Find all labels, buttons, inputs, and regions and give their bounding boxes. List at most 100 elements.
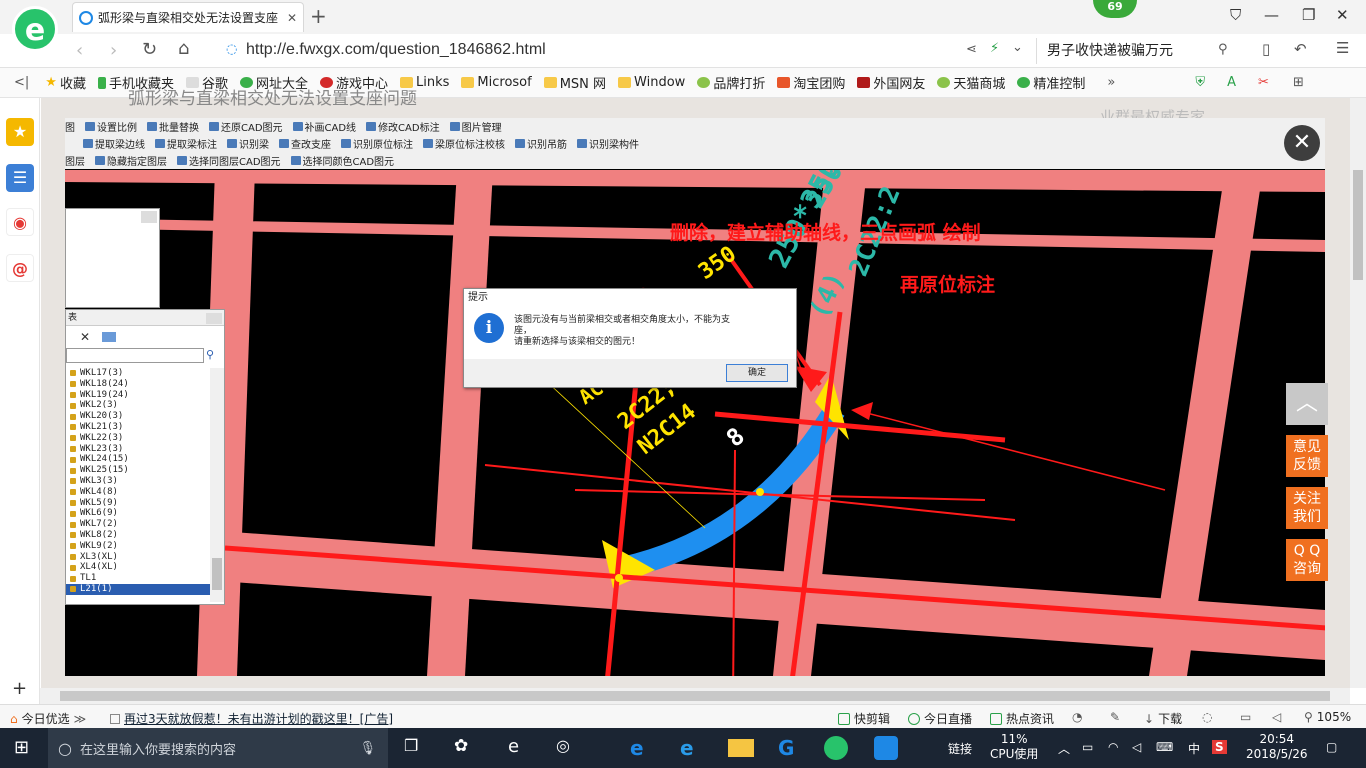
list-scrollbar[interactable]	[210, 368, 224, 602]
list-item[interactable]: XL3(XL)	[66, 552, 212, 563]
toolbar-item[interactable]: 补画CAD线	[292, 119, 356, 134]
tray-chevron-up-icon[interactable]: ︿	[1058, 740, 1070, 757]
toolbar-item[interactable]: 识别梁构件	[577, 136, 639, 151]
new-tab-icon[interactable]: +	[310, 4, 327, 28]
keyboard-icon[interactable]: ⌨	[1156, 740, 1173, 754]
list-item[interactable]: WKL3(3)	[66, 476, 212, 487]
wifi-icon[interactable]: ◠	[1108, 740, 1118, 754]
feedback-button[interactable]: 意见 反馈	[1286, 435, 1328, 477]
list-item[interactable]: TL1	[66, 573, 212, 584]
windows-start-icon[interactable]: ⊞	[14, 737, 29, 758]
list-item[interactable]: WKL4(8)	[66, 487, 212, 498]
sound-icon[interactable]: ◁	[1272, 710, 1281, 724]
battery-icon[interactable]: ▭	[1082, 740, 1093, 754]
list-item[interactable]: WKL22(3)	[66, 433, 212, 444]
vertical-scroll-thumb[interactable]	[1353, 170, 1363, 280]
favorites-star-icon[interactable]: ★	[6, 118, 34, 146]
zoom-level[interactable]: ⚲ 105%	[1304, 710, 1351, 724]
back-icon[interactable]: ‹	[76, 40, 83, 61]
bookmark-item[interactable]: Window	[618, 75, 685, 90]
list-item[interactable]: WKL18(24)	[66, 379, 212, 390]
bookmark-item[interactable]: 精准控制	[1017, 73, 1085, 92]
list-item[interactable]: WKL19(24)	[66, 390, 212, 401]
pin-icon[interactable]: ✎	[1110, 710, 1120, 724]
list-item[interactable]: WKL9(2)	[66, 541, 212, 552]
close-tab-icon[interactable]: ✕	[287, 11, 297, 25]
grid-icon[interactable]: ⊞	[1293, 75, 1304, 90]
menu-icon[interactable]: ☰	[1336, 39, 1349, 57]
360-browser-icon[interactable]	[824, 736, 848, 760]
undo-icon[interactable]: ↶	[1294, 40, 1307, 58]
home-icon[interactable]: ⌂	[178, 38, 189, 59]
live[interactable]: 今日直播	[908, 710, 972, 727]
tray-link[interactable]: 链接	[948, 740, 972, 757]
list-item[interactable]: WKL17(3)	[66, 368, 212, 379]
ok-button[interactable]: 确定	[726, 364, 788, 382]
horizontal-scrollbar[interactable]	[40, 688, 1350, 704]
toolbar-item[interactable]: 提取梁标注	[155, 136, 217, 151]
toolbar-item[interactable]: 查改支座	[279, 136, 331, 151]
list-scroll-thumb[interactable]	[212, 558, 222, 590]
shield-icon[interactable]: ⛨	[1195, 75, 1205, 90]
ie-icon[interactable]: e	[508, 736, 534, 760]
add-icon[interactable]: +	[12, 678, 27, 699]
list-item[interactable]: WKL25(15)	[66, 465, 212, 476]
refresh-icon[interactable]: ↻	[142, 39, 157, 60]
list-item[interactable]: WKL2(3)	[66, 400, 212, 411]
taskbar-search[interactable]: ○ 在这里输入你要搜索的内容 🎙	[48, 728, 388, 768]
follow-us-button[interactable]: 关注 我们	[1286, 487, 1328, 529]
toolbar-item[interactable]: 修改CAD标注	[366, 119, 440, 134]
back-to-top-button[interactable]: ︿	[1286, 383, 1328, 425]
qq-consult-button[interactable]: Q Q 咨询	[1286, 539, 1328, 581]
task-view-icon[interactable]: ❐	[404, 736, 430, 760]
bookmark-item[interactable]: ★ 收藏	[45, 73, 86, 92]
cloud-app-icon[interactable]: ◎	[556, 736, 582, 760]
close-window-icon[interactable]: ✕	[1336, 6, 1349, 24]
notification-badge[interactable]: 69	[1093, 0, 1137, 18]
toolbar-item[interactable]: 设置比例	[85, 119, 137, 134]
toolbar-item[interactable]: 提取梁边线	[83, 136, 145, 151]
list-item[interactable]: WKL8(2)	[66, 530, 212, 541]
browser-logo[interactable]: e	[12, 6, 58, 52]
ad-link[interactable]: 再过3天就放假惹！未有出游计划的戳这里！[广告]	[110, 710, 393, 727]
hot-news[interactable]: 热点资讯	[990, 710, 1054, 727]
phone-icon[interactable]: ▯	[1262, 40, 1270, 58]
toolbar-item[interactable]: 批量替换	[147, 119, 199, 134]
bookmark-item[interactable]: Microsof	[461, 75, 532, 90]
panel-minimize-icon[interactable]	[141, 211, 157, 223]
close-viewer-button[interactable]: ✕	[1284, 125, 1320, 161]
search-input[interactable]: 男子收快递被骗万元	[1036, 38, 1246, 64]
more-bookmarks-icon[interactable]: »	[1107, 75, 1115, 90]
microphone-icon[interactable]: 🎙	[359, 741, 376, 756]
toolbar-item[interactable]: 隐藏指定图层	[95, 153, 167, 168]
bookmark-item[interactable]: 淘宝团购	[777, 73, 845, 92]
toolbar-item[interactable]: 图片管理	[449, 119, 502, 134]
bookmark-item[interactable]: 天猫商城	[937, 73, 1005, 92]
clock[interactable]: 20:54 2018/5/26	[1246, 732, 1308, 762]
sogou-icon[interactable]: S	[1212, 740, 1227, 754]
toolbar-item[interactable]: 识别梁	[227, 136, 269, 151]
list-item[interactable]: WKL21(3)	[66, 422, 212, 433]
cpu-monitor[interactable]: 11% CPU使用	[990, 732, 1038, 762]
scissors-icon[interactable]: ✂	[1258, 75, 1269, 90]
list-item[interactable]: XL4(XL)	[66, 562, 212, 573]
edge-icon[interactable]: e	[630, 736, 656, 760]
notification-icon[interactable]: ▢	[1326, 740, 1337, 754]
speed-icon[interactable]: ◔	[1072, 710, 1082, 724]
mail-icon[interactable]: @	[6, 254, 34, 282]
fan-app-icon[interactable]: ✿	[454, 736, 480, 760]
delete-icon[interactable]: ✕	[80, 330, 90, 344]
panel-close-icon[interactable]	[206, 313, 222, 324]
downloads[interactable]: ↓ 下载	[1144, 710, 1182, 727]
collapse-sidebar-icon[interactable]: <|	[14, 75, 29, 90]
add-app-icon[interactable]	[874, 736, 898, 760]
list-item[interactable]: WKL7(2)	[66, 519, 212, 530]
restore-icon[interactable]: ❐	[1302, 6, 1315, 24]
toolbar-item[interactable]: 还原CAD图元	[209, 119, 283, 134]
vertical-scrollbar[interactable]	[1350, 98, 1366, 688]
toolbar-item[interactable]: 选择同图层CAD图元	[177, 153, 281, 168]
toolbar-item[interactable]: 梁原位标注校核	[423, 136, 505, 151]
url-input[interactable]: http://e.fwxgx.com/question_1846862.html	[246, 41, 546, 59]
forward-icon[interactable]: ›	[110, 40, 117, 61]
list-item[interactable]: WKL23(3)	[66, 444, 212, 455]
